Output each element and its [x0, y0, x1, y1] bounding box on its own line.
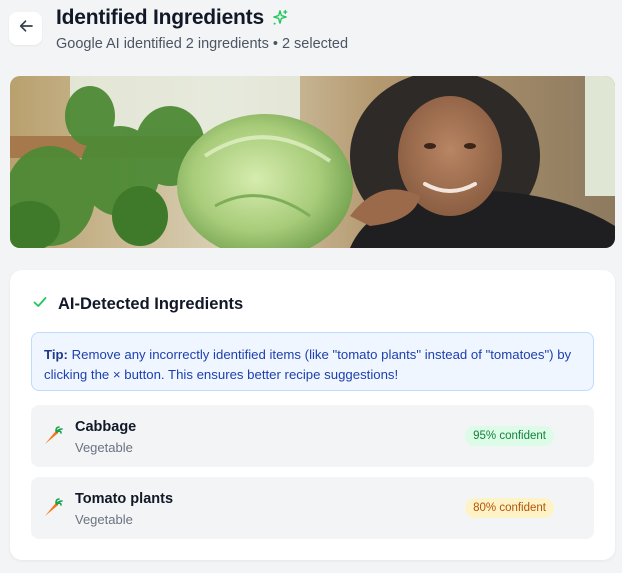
card-title: AI-Detected Ingredients	[58, 295, 244, 313]
confidence-badge: 80% confident	[465, 498, 554, 518]
ai-detected-ingredients-card: AI-Detected Ingredients Tip: Remove any …	[10, 270, 615, 560]
arrow-left-icon	[18, 18, 34, 39]
confidence-badge: 95% confident	[465, 426, 554, 446]
check-icon	[32, 294, 48, 315]
ingredient-item-tomato-plants[interactable]: Tomato plants Vegetable 80% confident	[31, 477, 594, 539]
ingredient-category: Vegetable	[75, 440, 133, 455]
sparkles-icon	[271, 9, 289, 27]
tip-text: Remove any incorrectly identified items …	[44, 347, 572, 382]
carrot-icon	[41, 425, 63, 452]
ingredient-item-cabbage[interactable]: Cabbage Vegetable 95% confident	[31, 405, 594, 467]
uploaded-photo	[10, 76, 615, 248]
tip-banner: Tip: Remove any incorrectly identified i…	[31, 332, 594, 391]
tip-label: Tip:	[44, 347, 68, 362]
page-subtitle: Google AI identified 2 ingredients • 2 s…	[56, 36, 349, 52]
carrot-icon	[41, 497, 63, 524]
page-header: Identified Ingredients Google AI identif…	[0, 0, 622, 70]
back-button[interactable]	[9, 12, 42, 45]
ingredient-name: Cabbage	[75, 419, 137, 435]
ingredient-name: Tomato plants	[75, 491, 174, 507]
page-title: Identified Ingredients	[56, 6, 264, 29]
ingredient-category: Vegetable	[75, 512, 133, 527]
